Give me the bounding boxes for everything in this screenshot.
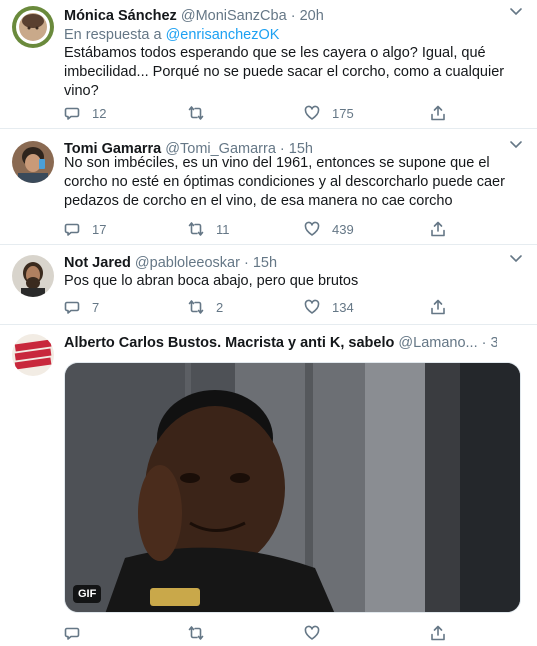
separator: · xyxy=(481,335,487,351)
tweet-text: No son imbéciles, es un vino del 1961, e… xyxy=(64,155,505,209)
retweet-button[interactable] xyxy=(188,103,216,123)
tweet-actions xyxy=(64,623,454,643)
user-name[interactable]: Alberto Carlos Bustos. Macrista y anti K… xyxy=(64,335,394,351)
reply-context: En respuesta a @enrisanchezOK xyxy=(64,27,279,43)
avatar[interactable] xyxy=(12,334,54,376)
tweet-text: Estábamos todos esperando que se les cay… xyxy=(64,45,505,99)
chevron-down-icon[interactable] xyxy=(509,6,523,20)
avatar[interactable] xyxy=(12,141,54,183)
avatar[interactable] xyxy=(12,6,54,48)
heart-icon xyxy=(304,105,320,120)
reply-count: 17 xyxy=(92,221,107,237)
timestamp[interactable]: 15h xyxy=(253,255,277,271)
reply-prefix: En respuesta a xyxy=(64,27,162,43)
chevron-down-icon[interactable] xyxy=(509,253,523,267)
speech-bubble-icon xyxy=(64,301,80,314)
share-button[interactable] xyxy=(430,297,446,317)
timestamp[interactable]: 20h xyxy=(300,8,324,24)
chevron-down-icon[interactable] xyxy=(509,139,523,153)
retweet-arrows-icon xyxy=(188,626,204,640)
tweet-reply-3[interactable]: Not Jared @pabloleeoskar · 15h Pos que l… xyxy=(0,245,537,325)
retweet-button[interactable]: 11 xyxy=(188,219,230,239)
user-name[interactable]: Mónica Sánchez xyxy=(64,8,177,24)
reply-count: 7 xyxy=(92,299,100,315)
retweet-arrows-icon xyxy=(188,222,204,236)
reply-mention-link[interactable]: @enrisanchezOK xyxy=(166,27,280,43)
avatar[interactable] xyxy=(12,255,54,297)
like-button[interactable] xyxy=(304,623,332,643)
tweet-reply-1[interactable]: Mónica Sánchez @MoniSanzCba · 20h En res… xyxy=(0,0,537,129)
like-count: 134 xyxy=(332,299,354,315)
retweet-arrows-icon xyxy=(188,300,204,314)
tweet-actions: 12 175 xyxy=(64,103,454,123)
heart-icon xyxy=(304,221,320,236)
speech-bubble-icon xyxy=(64,107,80,120)
separator: · xyxy=(243,255,249,271)
speech-bubble-icon xyxy=(64,627,80,640)
tweet-header: Not Jared @pabloleeoskar · 15h xyxy=(64,255,497,271)
share-button[interactable] xyxy=(430,623,446,643)
share-upload-icon xyxy=(431,105,445,121)
retweet-count: 2 xyxy=(216,299,224,315)
reply-count: 12 xyxy=(92,105,107,121)
like-button[interactable]: 439 xyxy=(304,219,354,239)
tweet-reply-2[interactable]: Tomi Gamarra @Tomi_Gamarra · 15h No son … xyxy=(0,129,537,245)
like-button[interactable]: 134 xyxy=(304,297,354,317)
gif-badge: GIF xyxy=(73,585,102,603)
separator: · xyxy=(290,8,296,24)
reply-button[interactable]: 12 xyxy=(64,103,106,123)
tweet-header: Mónica Sánchez @MoniSanzCba · 20h xyxy=(64,8,497,24)
speech-bubble-icon xyxy=(64,223,80,236)
user-handle[interactable]: @pabloleeoskar xyxy=(135,255,240,271)
heart-icon xyxy=(304,625,320,640)
retweet-button[interactable] xyxy=(188,623,216,643)
share-upload-icon xyxy=(431,299,445,315)
share-button[interactable] xyxy=(430,219,446,239)
share-button[interactable] xyxy=(430,103,446,123)
reply-button[interactable] xyxy=(64,623,92,643)
reply-button[interactable]: 7 xyxy=(64,297,99,317)
retweet-count: 11 xyxy=(216,221,230,237)
heart-icon xyxy=(304,299,320,314)
gif-media[interactable]: GIF xyxy=(64,362,521,613)
reply-button[interactable]: 17 xyxy=(64,219,106,239)
share-upload-icon xyxy=(431,625,445,641)
like-count: 175 xyxy=(332,105,354,121)
user-handle[interactable]: @Lamano... xyxy=(398,335,477,351)
tweet-actions: 17 11 439 xyxy=(64,219,454,239)
tweet-actions: 7 2 134 xyxy=(64,297,454,317)
tweet-reply-4[interactable]: Alberto Carlos Bustos. Macrista y anti K… xyxy=(0,325,537,646)
retweet-button[interactable]: 2 xyxy=(188,297,223,317)
retweet-arrows-icon xyxy=(188,106,204,120)
like-button[interactable]: 175 xyxy=(304,103,354,123)
user-name[interactable]: Not Jared xyxy=(64,255,131,271)
tweet-text: Pos que lo abran boca abajo, pero que br… xyxy=(64,273,359,289)
tweet-header: Alberto Carlos Bustos. Macrista y anti K… xyxy=(64,335,497,351)
timestamp[interactable]: 3h xyxy=(491,335,497,351)
like-count: 439 xyxy=(332,221,354,237)
share-upload-icon xyxy=(431,221,445,237)
user-handle[interactable]: @MoniSanzCba xyxy=(181,8,287,24)
gif-thumbnail xyxy=(65,363,520,612)
